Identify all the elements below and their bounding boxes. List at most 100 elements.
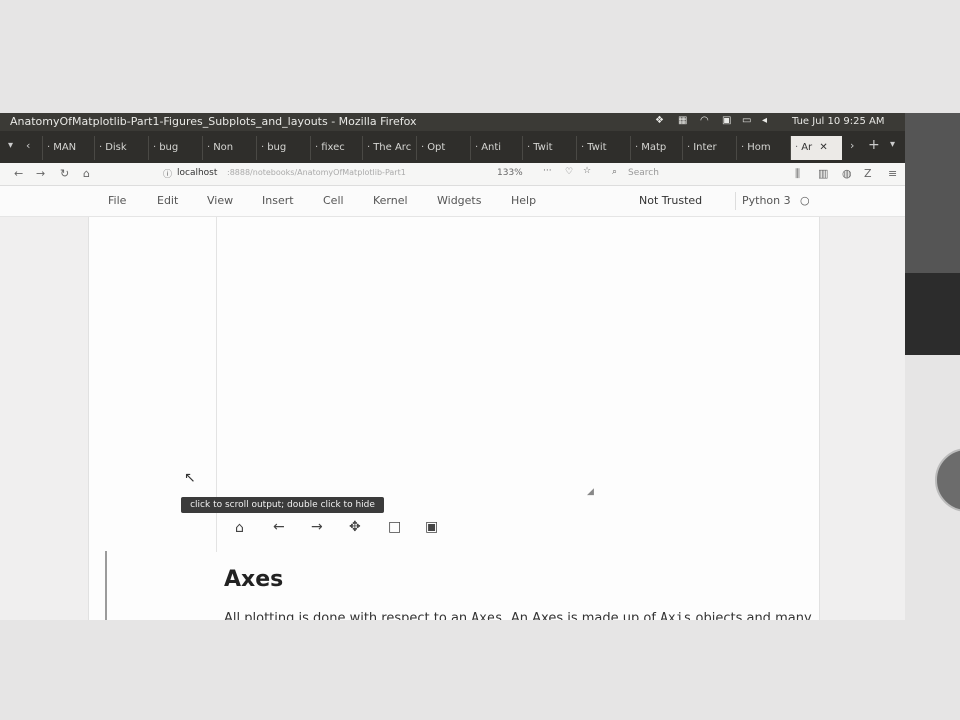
battery-icon[interactable]: ▭ xyxy=(742,115,751,126)
tabs-back-icon[interactable]: ‹ xyxy=(26,139,30,152)
code-inline: Axis xyxy=(660,611,692,620)
volume-icon[interactable]: ◂ xyxy=(762,115,767,126)
kernel-status-icon: ○ xyxy=(800,194,810,207)
markdown-paragraph: All plotting is done with respect to an … xyxy=(224,611,812,620)
search-input[interactable]: Search xyxy=(628,168,659,178)
info-icon[interactable]: ⓘ xyxy=(163,167,172,180)
title-bar: AnatomyOfMatplotlib-Part1-Figures_Subplo… xyxy=(0,113,905,131)
tab[interactable]: · bug xyxy=(256,136,310,160)
tab-label: Ar xyxy=(801,142,813,153)
new-tab-icon[interactable]: + xyxy=(868,137,880,153)
tab-label: Matp xyxy=(641,142,667,153)
menu-edit[interactable]: Edit xyxy=(157,194,178,207)
paragraph-text: . An Axes is made up of xyxy=(502,611,656,620)
page-icon: · xyxy=(741,142,745,153)
address-bar[interactable]: ⓘ localhost :8888/notebooks/AnatomyOfMat… xyxy=(155,165,605,182)
resize-handle-icon[interactable]: ◢ xyxy=(587,487,594,497)
page-icon: · xyxy=(367,142,371,153)
extension-icon[interactable]: ◍ xyxy=(842,167,852,180)
forward-arrow-icon[interactable]: → xyxy=(311,519,323,535)
markdown-heading: Axes xyxy=(224,567,284,592)
window-title: AnatomyOfMatplotlib-Part1-Figures_Subplo… xyxy=(10,115,417,128)
tab-label: MAN xyxy=(53,142,77,153)
tooltip: click to scroll output; double click to … xyxy=(181,497,384,513)
tab[interactable]: · Inter xyxy=(682,136,736,160)
zoom-rect-icon[interactable]: □ xyxy=(388,519,401,535)
tab[interactable]: · The Arc xyxy=(362,136,416,160)
menu-view[interactable]: View xyxy=(207,194,233,207)
save-figure-icon[interactable]: ▣ xyxy=(425,519,438,535)
tab-list-icon[interactable]: ▾ xyxy=(8,140,13,151)
back-icon[interactable]: ← xyxy=(14,167,23,180)
tab[interactable]: · Twit xyxy=(576,136,630,160)
library-icon[interactable]: ⫼ xyxy=(795,167,800,181)
trust-indicator[interactable]: Not Trusted xyxy=(639,194,702,207)
tab[interactable]: · Hom xyxy=(736,136,790,160)
menu-widgets[interactable]: Widgets xyxy=(437,194,481,207)
grid-icon[interactable]: ▦ xyxy=(678,115,687,126)
menu-cell[interactable]: Cell xyxy=(323,194,344,207)
pocket-icon[interactable]: ♡ xyxy=(565,167,573,177)
page-icon: · xyxy=(47,142,51,153)
tab-strip: ▾ ‹ · MAN · Disk · bug · Non · bug · fixec · Th… xyxy=(0,131,905,163)
tabs-forward-icon[interactable]: › xyxy=(850,139,854,152)
notebook-menubar: File Edit View Insert Cell Kernel Widget… xyxy=(0,186,905,217)
tab[interactable]: · Matp xyxy=(630,136,682,160)
menu-kernel[interactable]: Kernel xyxy=(373,194,408,207)
tab[interactable]: · MAN xyxy=(42,136,94,160)
kernel-name[interactable]: Python 3 xyxy=(742,194,791,207)
page-icon: · xyxy=(99,142,103,153)
pan-icon[interactable]: ✥ xyxy=(349,519,361,535)
tab-label: Inter xyxy=(693,142,717,153)
desktop-logo xyxy=(935,448,960,512)
code-inline: Axes xyxy=(471,611,503,620)
page-icon: · xyxy=(207,142,211,153)
figure-canvas[interactable] xyxy=(219,217,609,499)
tab[interactable]: · Disk xyxy=(94,136,148,160)
navigation-bar: ← → ↻ ⌂ ⓘ localhost :8888/notebooks/Anat… xyxy=(0,163,905,186)
tab[interactable]: · bug xyxy=(148,136,202,160)
bookmark-star-icon[interactable]: ☆ xyxy=(583,166,591,176)
search-box[interactable]: ⌕ Search xyxy=(610,166,780,182)
notebook-area[interactable]: ◢ ⌂ ← → ✥ □ ▣ Axes All plotting is done … xyxy=(0,217,905,620)
dropbox-icon[interactable]: ❖ xyxy=(655,115,664,126)
desktop-panel xyxy=(905,113,960,273)
page-icon: · xyxy=(795,142,799,153)
tab-active[interactable]: · Ar ✕ xyxy=(790,136,842,160)
tab-label: Hom xyxy=(747,142,771,153)
tab-label: The Arc xyxy=(373,142,412,153)
tab[interactable]: · Twit xyxy=(522,136,576,160)
home-icon[interactable]: ⌂ xyxy=(83,167,90,180)
page-icon: · xyxy=(581,142,585,153)
back-arrow-icon[interactable]: ← xyxy=(273,519,285,535)
page-actions-icon[interactable]: ··· xyxy=(543,166,552,176)
bluetooth-icon[interactable]: ▣ xyxy=(722,115,731,126)
forward-icon[interactable]: → xyxy=(36,167,45,180)
tab-label: Non xyxy=(213,142,234,153)
tab-label: bug xyxy=(267,142,287,153)
menu-insert[interactable]: Insert xyxy=(262,194,294,207)
tab[interactable]: · Opt xyxy=(416,136,470,160)
browser-window: AnatomyOfMatplotlib-Part1-Figures_Subplo… xyxy=(0,113,905,620)
url-path: :8888/notebooks/AnatomyOfMatplotlib-Part… xyxy=(227,168,406,177)
tab[interactable]: · Non xyxy=(202,136,256,160)
menu-file[interactable]: File xyxy=(108,194,126,207)
menu-icon[interactable]: ≡ xyxy=(888,167,897,180)
close-icon[interactable]: ✕ xyxy=(819,142,827,153)
zotero-icon[interactable]: Z xyxy=(864,167,872,180)
page-icon: · xyxy=(421,142,425,153)
search-icon: ⌕ xyxy=(612,167,618,177)
mouse-cursor-icon: ↖ xyxy=(184,470,196,486)
notebook-page: ◢ ⌂ ← → ✥ □ ▣ Axes All plotting is done … xyxy=(88,217,820,620)
clock[interactable]: Tue Jul 10 9:25 AM xyxy=(792,116,885,127)
sidebar-icon[interactable]: ▥ xyxy=(818,167,828,180)
zoom-level[interactable]: 133% xyxy=(497,168,523,178)
tab-label: Opt xyxy=(427,142,446,153)
wifi-icon[interactable]: ◠ xyxy=(700,115,709,126)
home-icon[interactable]: ⌂ xyxy=(235,520,244,536)
tab[interactable]: · fixec xyxy=(310,136,362,160)
menu-help[interactable]: Help xyxy=(511,194,536,207)
reload-icon[interactable]: ↻ xyxy=(60,167,69,180)
tab[interactable]: · Anti xyxy=(470,136,522,160)
tab-overflow-icon[interactable]: ▾ xyxy=(890,139,895,150)
